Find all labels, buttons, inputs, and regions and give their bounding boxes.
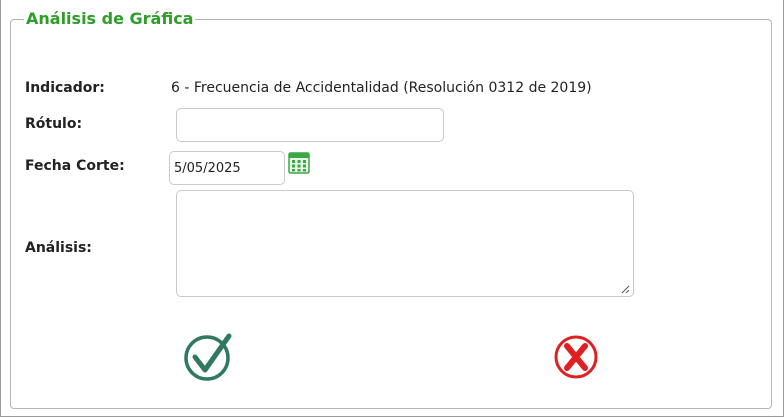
analisis-textarea[interactable] [176, 190, 634, 297]
fecha-corte-label: Fecha Corte: [25, 158, 125, 174]
analisis-label: Análisis: [25, 240, 92, 256]
rotulo-label: Rótulo: [25, 116, 83, 132]
confirm-button[interactable] [181, 330, 237, 382]
cancel-button[interactable] [553, 334, 599, 380]
calendar-icon[interactable] [288, 152, 310, 174]
panel-legend: Análisis de Gráfica [24, 9, 196, 28]
resize-grip-icon[interactable] [620, 284, 630, 294]
rotulo-input[interactable] [176, 108, 444, 142]
indicador-label: Indicador: [25, 80, 105, 96]
fecha-corte-input[interactable] [169, 151, 285, 185]
indicador-value: 6 - Frecuencia de Accidentalidad (Resolu… [171, 80, 592, 96]
